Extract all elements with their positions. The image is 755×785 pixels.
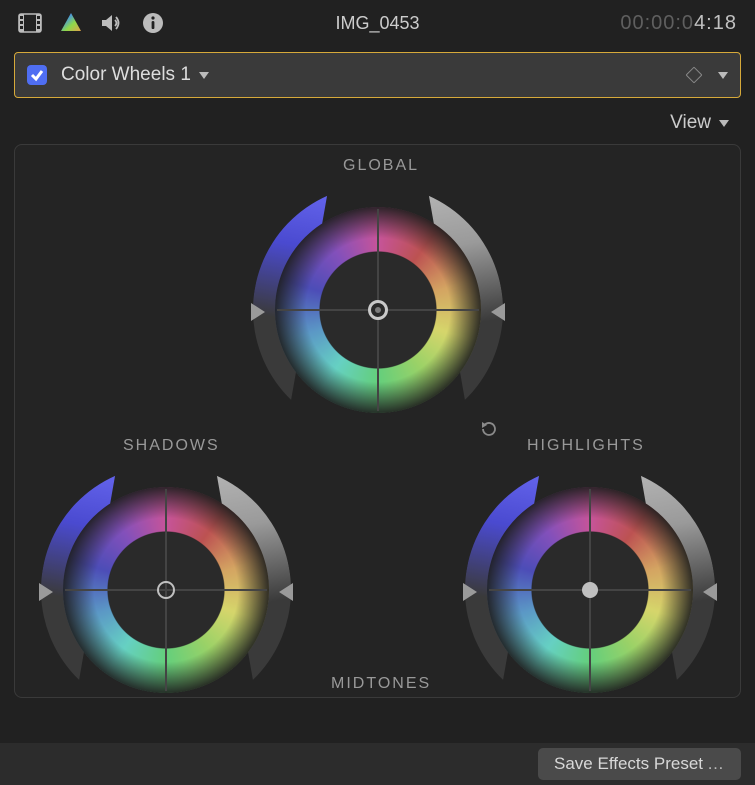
correction-name-label: Color Wheels 1 <box>61 64 191 86</box>
global-wheel-label: GLOBAL <box>343 157 419 175</box>
save-preset-label: Save Effects Preset <box>554 754 703 774</box>
info-inspector-icon[interactable] <box>142 12 164 34</box>
save-effects-preset-button[interactable]: Save Effects Preset… <box>538 748 741 780</box>
timecode-dim: 00:00:0 <box>620 12 694 34</box>
ellipsis-icon: … <box>707 754 725 774</box>
view-menu-label: View <box>670 112 711 134</box>
audio-inspector-icon[interactable] <box>100 13 124 33</box>
global-reset-button[interactable] <box>479 419 499 439</box>
correction-strip[interactable]: Color Wheels 1 <box>14 52 741 98</box>
chevron-down-icon <box>199 72 209 79</box>
arc-handle-left-icon[interactable] <box>39 583 53 601</box>
global-color-wheel[interactable] <box>253 185 503 435</box>
highlights-color-wheel[interactable] <box>465 465 715 698</box>
highlights-wheel-puck[interactable] <box>582 582 598 598</box>
arc-handle-left-icon[interactable] <box>463 583 477 601</box>
midtones-wheel-label: MIDTONES <box>331 675 431 693</box>
inspector-footer: Save Effects Preset… <box>0 743 755 785</box>
highlights-wheel-label: HIGHLIGHTS <box>527 437 645 455</box>
correction-submenu-chevron-icon[interactable] <box>718 72 728 79</box>
timecode-bright: 4:18 <box>694 12 737 34</box>
inspector-toolbar: IMG_0453 00:00:04:18 <box>0 0 755 46</box>
chevron-down-icon <box>719 120 729 127</box>
keyframe-diamond-icon[interactable] <box>686 67 703 84</box>
correction-name-dropdown[interactable]: Color Wheels 1 <box>61 64 209 86</box>
arc-handle-right-icon[interactable] <box>491 303 505 321</box>
shadows-wheel-label: SHADOWS <box>123 437 220 455</box>
arc-handle-left-icon[interactable] <box>251 303 265 321</box>
timecode-display: 00:00:04:18 <box>620 12 737 35</box>
color-inspector-icon[interactable] <box>60 12 82 34</box>
global-wheel-puck[interactable] <box>368 300 388 320</box>
color-wheels-panel: GLOBAL SHADOWS HIGHLIGHTS MIDTONES <box>14 144 741 698</box>
shadows-color-wheel[interactable] <box>41 465 291 698</box>
correction-enable-checkbox[interactable] <box>27 65 47 85</box>
view-menu[interactable]: View <box>0 98 755 136</box>
shadows-wheel-puck[interactable] <box>157 581 175 599</box>
arc-handle-right-icon[interactable] <box>279 583 293 601</box>
arc-handle-right-icon[interactable] <box>703 583 717 601</box>
video-inspector-icon[interactable] <box>18 13 42 33</box>
